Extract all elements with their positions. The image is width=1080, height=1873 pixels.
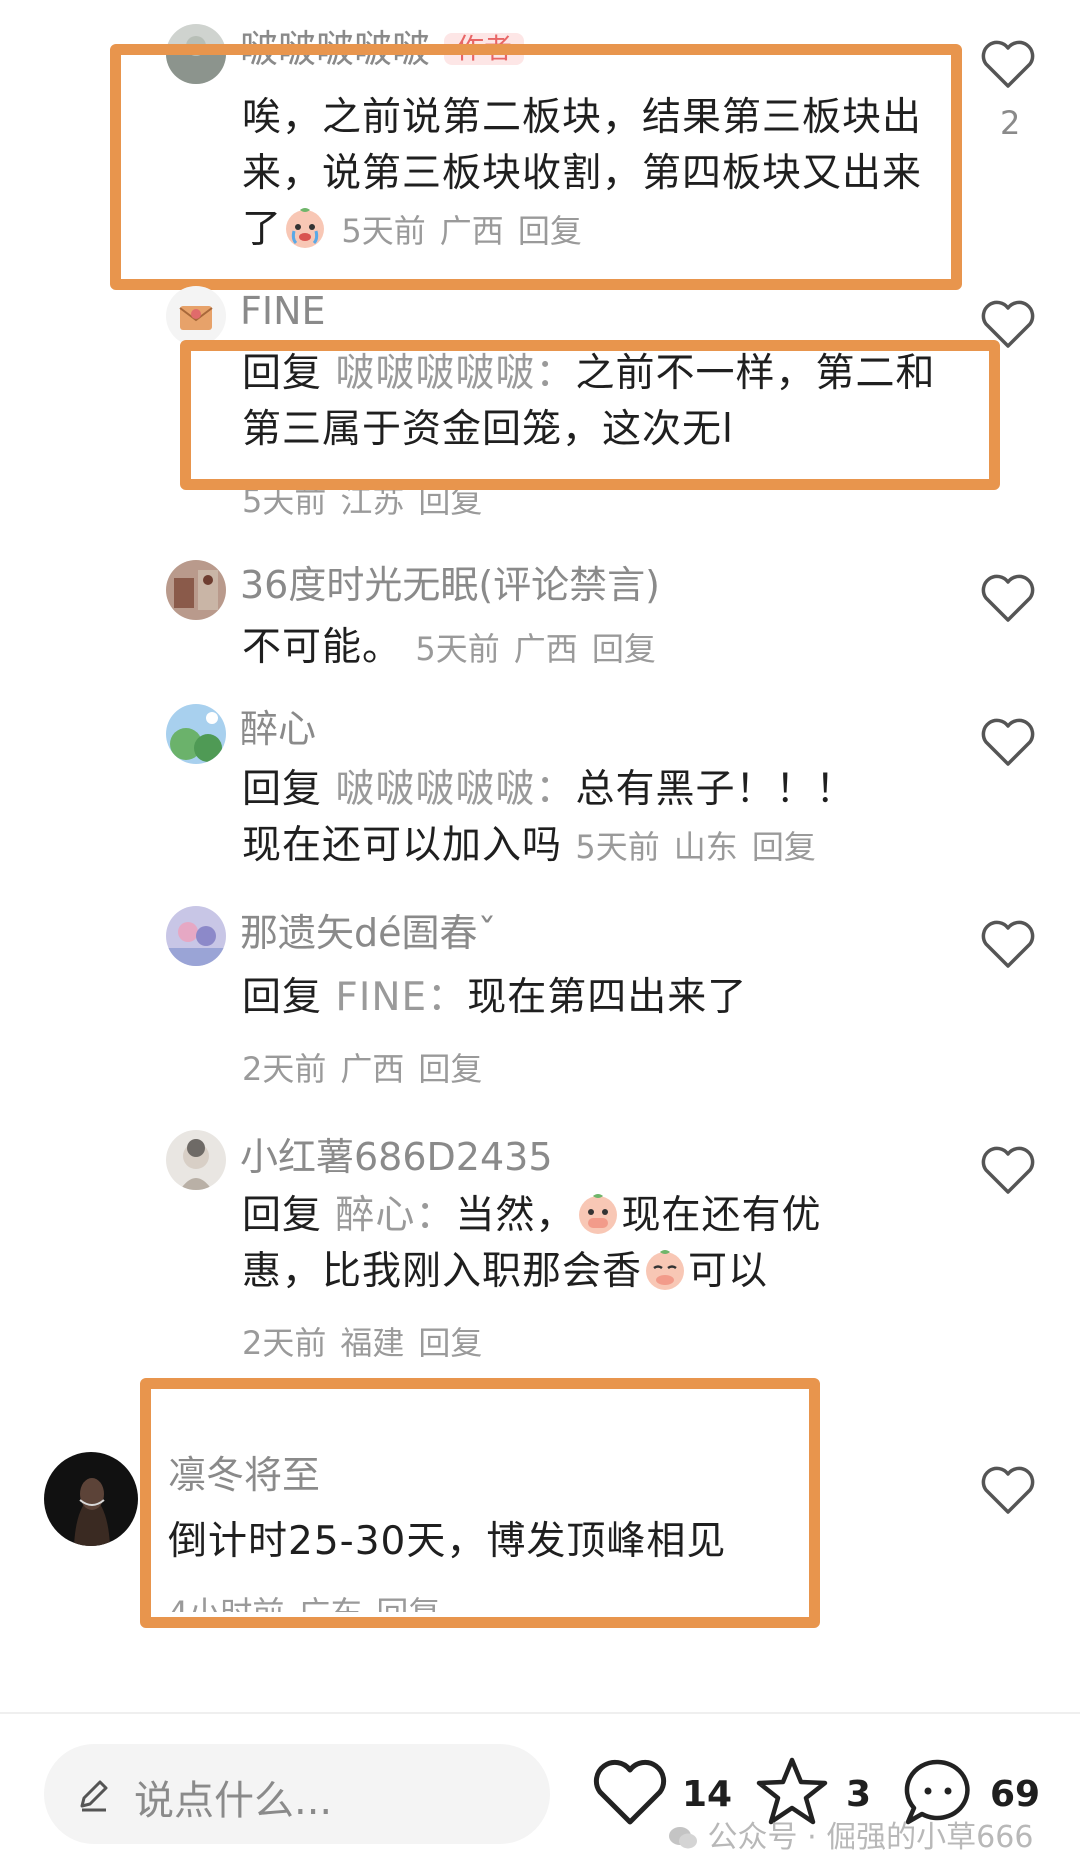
avatar[interactable] (166, 560, 226, 620)
reply-prefix: 回复 (242, 767, 323, 812)
like-heart-icon[interactable] (980, 918, 1036, 970)
reply-button[interactable]: 回复 (418, 1324, 482, 1362)
comment-meta: 2天前 福建 回复 (242, 1318, 482, 1364)
like-heart-icon[interactable] (980, 1464, 1036, 1516)
highlight-box (140, 1378, 820, 1628)
like-heart-icon[interactable] (592, 1758, 668, 1828)
like-heart-icon[interactable] (980, 716, 1036, 768)
like-heart-icon[interactable] (980, 572, 1036, 624)
like-heart-icon[interactable] (980, 38, 1036, 90)
comment-username[interactable]: 小红薯686D2435 (240, 1138, 553, 1176)
reply-button[interactable]: 回复 (592, 630, 656, 668)
comment-location: 福建 (340, 1324, 405, 1362)
comment-time: 2天前 (242, 1050, 327, 1088)
hiding-face-emoji-icon (579, 1194, 618, 1234)
pencil-icon (80, 1780, 108, 1812)
comment-username[interactable]: 那遗矢dé圄春ˇ (240, 914, 497, 952)
comment-location: 山东 (673, 828, 738, 866)
comment-text: 回复 FINE：现在第四出来了 (242, 975, 748, 1020)
comment-username[interactable]: FINE (240, 292, 326, 330)
comment-time: 5天前 (575, 828, 660, 866)
shy-face-emoji-icon (646, 1250, 685, 1290)
reply-target-username[interactable]: 啵啵啵啵啵： (335, 767, 575, 812)
comment-location: 广西 (513, 630, 578, 668)
comment-location: 广西 (340, 1050, 405, 1088)
reply-prefix: 回复 (242, 1193, 323, 1238)
reply-button[interactable]: 回复 (418, 1050, 482, 1088)
comment-time: 5天前 (415, 630, 500, 668)
comment-username[interactable]: 醉心 (240, 710, 316, 748)
comment-time: 2天前 (242, 1324, 327, 1362)
reply-target-username[interactable]: 醉心： (335, 1193, 455, 1238)
reply-button[interactable]: 回复 (752, 828, 816, 866)
avatar[interactable] (166, 1130, 226, 1190)
like-heart-icon[interactable] (980, 1144, 1036, 1196)
avatar[interactable] (166, 704, 226, 764)
watermark: 公众号 · 倔强的小草666 (668, 1812, 1033, 1856)
comment-input[interactable]: 说点什么... (44, 1744, 550, 1844)
like-count: 14 (682, 1774, 733, 1815)
avatar[interactable] (44, 1452, 138, 1546)
like-count: 2 (1000, 104, 1021, 142)
reply-target-username[interactable]: FINE： (335, 975, 467, 1020)
comment-text: 回复 醉心：当然， 现在还有优 惠，比我刚入职那会香 可以 (242, 1188, 962, 1300)
comment-username[interactable]: 36度时光无眠(评论禁言) (240, 566, 660, 604)
comment-text: 回复 啵啵啵啵啵：总有黑子！！！ 现在还可以加入吗 5天前 山东 回复 (242, 767, 856, 868)
star-count: 3 (846, 1774, 872, 1815)
reply-prefix: 回复 (242, 975, 323, 1020)
comment-text: 不可能。 5天前 广西 回复 (242, 625, 656, 670)
highlight-box (110, 44, 962, 290)
comment-count: 69 (990, 1774, 1041, 1815)
avatar[interactable] (166, 906, 226, 966)
highlight-box (180, 340, 1000, 490)
comment-input-placeholder: 说点什么... (134, 1778, 333, 1824)
comment-meta: 2天前 广西 回复 (242, 1044, 482, 1090)
avatar[interactable] (166, 286, 226, 346)
wechat-icon (668, 1824, 698, 1850)
